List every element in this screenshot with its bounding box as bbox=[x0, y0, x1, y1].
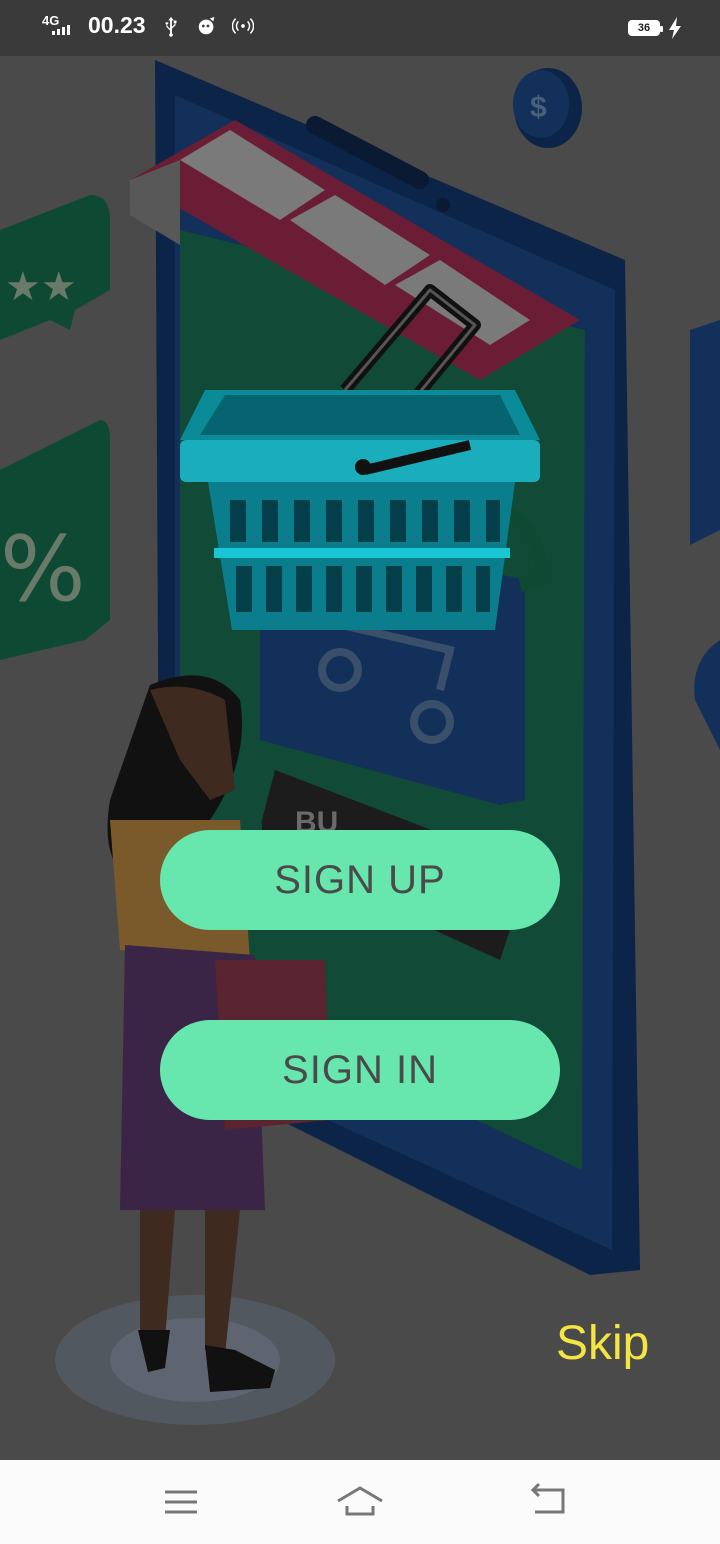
menu-icon[interactable] bbox=[155, 1478, 205, 1524]
onboarding-screen: 4G 00.23 36 $ ★★ % BU SIGN UP SIGN IN Sk… bbox=[0, 0, 720, 1544]
svg-text:%: % bbox=[0, 517, 86, 622]
status-bar: 4G 00.23 36 bbox=[0, 0, 720, 56]
usb-icon bbox=[165, 16, 177, 37]
sign-in-button[interactable]: SIGN IN bbox=[160, 1020, 560, 1120]
battery-icon: 36 bbox=[628, 20, 663, 36]
svg-text:★★: ★★ bbox=[5, 264, 77, 310]
sign-up-button[interactable]: SIGN UP bbox=[160, 830, 560, 930]
shopping-illustration: $ ★★ % BU bbox=[0, 56, 720, 1460]
navigation-bar bbox=[0, 1460, 720, 1544]
charging-icon bbox=[669, 17, 681, 39]
hotspot-icon bbox=[231, 17, 254, 34]
home-icon[interactable] bbox=[335, 1478, 385, 1524]
signal-icon: 4G bbox=[42, 13, 74, 39]
notification-icon bbox=[198, 16, 214, 34]
clock-time: 00.23 bbox=[88, 12, 146, 38]
svg-text:$: $ bbox=[530, 91, 547, 124]
back-icon[interactable] bbox=[525, 1478, 575, 1524]
skip-link[interactable]: Skip bbox=[556, 1316, 649, 1371]
